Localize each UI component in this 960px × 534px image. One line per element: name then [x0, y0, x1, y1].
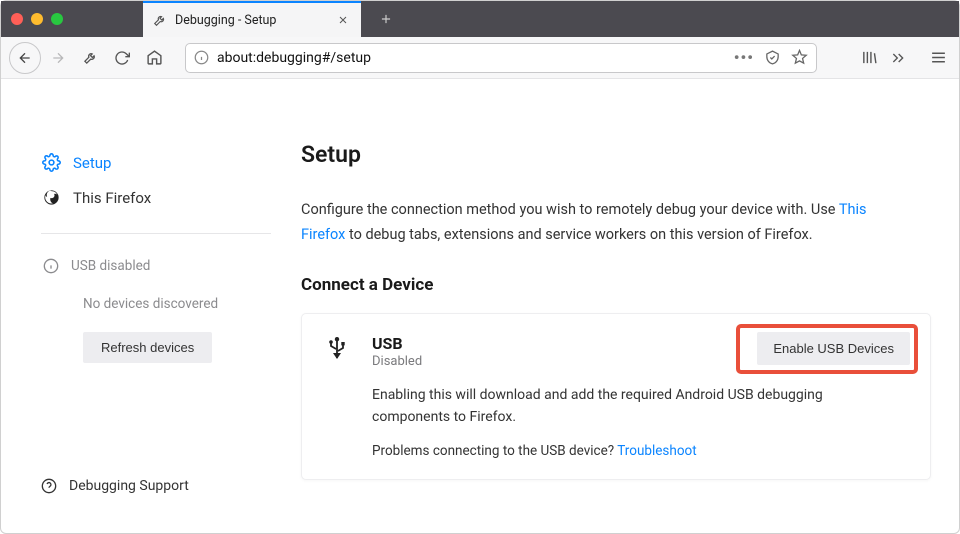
info-icon[interactable]	[194, 50, 209, 65]
url-text: about:debugging#/setup	[217, 50, 726, 66]
library-button[interactable]	[857, 45, 882, 70]
urlbar-actions: •••	[734, 48, 808, 67]
devtools-button[interactable]	[75, 43, 105, 73]
close-window-button[interactable]	[11, 13, 23, 25]
usb-icon	[324, 334, 350, 458]
close-tab-button[interactable]	[335, 12, 351, 28]
bookmark-button[interactable]	[791, 49, 808, 66]
page-actions-button[interactable]: •••	[734, 48, 754, 67]
page-description: Configure the connection method you wish…	[301, 198, 901, 247]
gear-icon	[41, 153, 61, 172]
sidebar-divider	[41, 233, 271, 234]
sidebar: Setup This Firefox USB disabled No devic…	[1, 79, 301, 533]
new-tab-button[interactable]	[371, 8, 401, 30]
hamburger-menu-button[interactable]	[926, 45, 951, 70]
sidebar-usb-status: USB disabled	[41, 252, 271, 280]
window-titlebar: Debugging - Setup	[1, 1, 959, 37]
usb-card: USB Disabled Enabling this will download…	[301, 313, 931, 479]
sidebar-setup-label: Setup	[73, 154, 111, 172]
window-controls	[11, 13, 63, 25]
refresh-devices-button[interactable]: Refresh devices	[83, 332, 212, 363]
usb-help-text: Enabling this will download and add the …	[372, 385, 852, 428]
tab-title: Debugging - Setup	[175, 13, 335, 28]
usb-status-text: USB disabled	[71, 258, 150, 274]
connect-device-heading: Connect a Device	[301, 275, 931, 295]
forward-button[interactable]	[43, 43, 73, 73]
url-bar[interactable]: about:debugging#/setup •••	[185, 43, 817, 73]
sidebar-item-this-firefox[interactable]: This Firefox	[41, 180, 271, 215]
browser-tab[interactable]: Debugging - Setup	[143, 1, 361, 37]
back-button[interactable]	[9, 42, 41, 74]
minimize-window-button[interactable]	[31, 13, 43, 25]
usb-problems-row: Problems connecting to the USB device? T…	[372, 443, 908, 459]
browser-toolbar: about:debugging#/setup •••	[1, 37, 959, 79]
sidebar-this-firefox-label: This Firefox	[73, 189, 151, 207]
sidebar-footer-support[interactable]: Debugging Support	[41, 478, 189, 494]
enable-usb-devices-button[interactable]: Enable USB Devices	[757, 332, 910, 365]
wrench-icon	[153, 13, 167, 27]
page-title: Setup	[301, 141, 931, 168]
maximize-window-button[interactable]	[51, 13, 63, 25]
info-icon	[41, 258, 61, 274]
page-content: Setup This Firefox USB disabled No devic…	[1, 79, 959, 533]
support-label: Debugging Support	[69, 478, 189, 494]
no-devices-text: No devices discovered	[41, 280, 271, 332]
main-content: Setup Configure the connection method yo…	[301, 79, 959, 533]
reload-button[interactable]	[107, 43, 137, 73]
troubleshoot-link[interactable]: Troubleshoot	[617, 443, 696, 459]
reader-mode-button[interactable]	[764, 49, 781, 66]
home-button[interactable]	[139, 43, 169, 73]
firefox-icon	[41, 188, 61, 207]
help-icon	[41, 478, 57, 494]
overflow-menu-button[interactable]	[886, 46, 910, 70]
sidebar-item-setup[interactable]: Setup	[41, 145, 271, 180]
